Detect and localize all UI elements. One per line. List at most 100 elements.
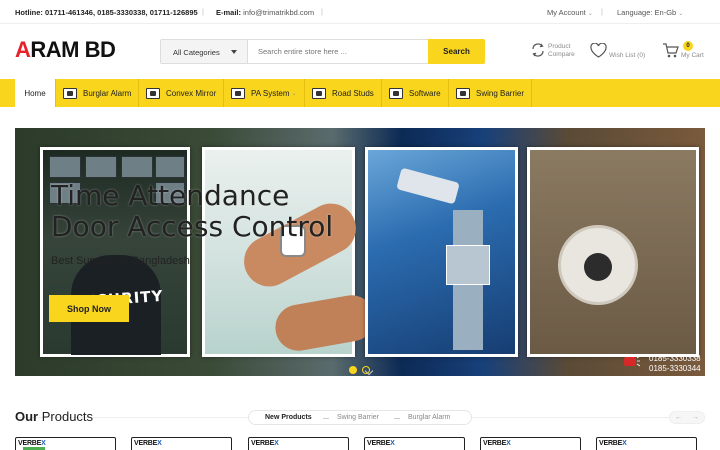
- nav-item-label: Convex Mirror: [166, 88, 217, 98]
- product-card[interactable]: VERBEX: [480, 437, 581, 450]
- tab-burglar-alarm[interactable]: Burglar Alarm: [408, 414, 450, 421]
- hero-image-cctv-pole: [365, 147, 518, 357]
- brand-text-x: X: [274, 440, 279, 447]
- product-card[interactable]: VERBEX: [248, 437, 349, 450]
- divider: |: [601, 7, 603, 16]
- next-arrow-icon[interactable]: →: [692, 414, 699, 421]
- nav-item-label: Home: [24, 88, 46, 98]
- hero-title-line2: Door Access Control: [51, 210, 334, 243]
- nav-item-convex-mirror[interactable]: Convex Mirror: [139, 79, 224, 107]
- tab-separator: [394, 418, 400, 419]
- email-link[interactable]: info@trimatrikbd.com: [243, 8, 314, 17]
- brand-text: VERBE: [18, 440, 42, 447]
- compare-icon: [532, 43, 544, 57]
- brand-text-x: X: [622, 440, 627, 447]
- brand-text-x: X: [506, 440, 511, 447]
- product-brand-logo: VERBEX: [18, 440, 46, 447]
- divider: |: [202, 7, 204, 16]
- chevron-down-icon: ⌄: [587, 11, 593, 17]
- compare-label-line1: Product: [548, 43, 571, 50]
- tab-separator: [323, 418, 329, 419]
- search-button[interactable]: Search: [428, 39, 485, 64]
- hotline-label: Hotline:: [15, 8, 43, 17]
- hero-slider[interactable]: SECURITY Time Attendance Door Access Con…: [15, 128, 705, 376]
- section-title-products: Our Products: [15, 409, 93, 424]
- product-brand-logo: VERBEX: [599, 440, 627, 447]
- brand-text: VERBE: [134, 440, 158, 447]
- my-account-label: My Account: [547, 8, 586, 17]
- product-card[interactable]: VERBEX: [131, 437, 232, 450]
- product-brand-logo: VERBEX: [483, 440, 511, 447]
- search-bar: All Categories Search: [160, 39, 485, 64]
- brand-text-x: X: [157, 440, 162, 447]
- top-bar: Hotline: 01711-461346, 0185-3330338, 017…: [0, 0, 720, 24]
- software-icon: [389, 87, 403, 99]
- logo-text: RAM BD: [30, 37, 116, 62]
- nav-item-software[interactable]: Software: [382, 79, 449, 107]
- brand-text: VERBE: [599, 440, 623, 447]
- compare-label-line2: Compare: [548, 51, 575, 58]
- nav-item-label: Road Studs: [332, 88, 374, 98]
- language-label: Language: En-Gb: [617, 8, 677, 17]
- product-brand-logo: VERBEX: [134, 440, 162, 447]
- caret-down-icon: [231, 50, 237, 54]
- hero-phone-2: 0185-3330344: [649, 364, 701, 373]
- shop-now-button[interactable]: Shop Now: [49, 295, 129, 322]
- swing-barrier-icon: [456, 87, 470, 99]
- language-dropdown[interactable]: Language: En-Gb ⌄: [617, 8, 683, 17]
- nav-item-pa-system[interactable]: PA System ⌄: [224, 79, 305, 107]
- my-account-dropdown[interactable]: My Account ⌄: [547, 8, 593, 17]
- pa-system-icon: [231, 87, 245, 99]
- email: E-mail: info@trimatrikbd.com: [216, 8, 314, 17]
- category-select[interactable]: All Categories: [161, 40, 248, 63]
- main-nav: Home Burglar Alarm Convex Mirror PA Syst…: [0, 79, 720, 107]
- site-logo[interactable]: ARAM BD: [15, 37, 116, 63]
- category-select-label: All Categories: [173, 48, 220, 57]
- brand-text-x: X: [390, 440, 395, 447]
- nav-item-road-studs[interactable]: Road Studs: [305, 79, 382, 107]
- road-studs-icon: [312, 87, 326, 99]
- hero-phone-1: 0185-3330338: [649, 354, 701, 363]
- tab-swing-barrier[interactable]: Swing Barrier: [337, 414, 379, 421]
- nav-item-burglar-alarm[interactable]: Burglar Alarm: [55, 79, 139, 107]
- product-card[interactable]: VERBEX: [15, 437, 116, 450]
- nav-item-swing-barrier[interactable]: Swing Barrier: [449, 79, 532, 107]
- product-carousel-arrows: ← →: [669, 411, 705, 424]
- logo-initial: A: [15, 37, 31, 62]
- nav-item-label: Software: [409, 88, 441, 98]
- email-label: E-mail:: [216, 8, 242, 17]
- hero-subtitle: Best Supplier In Bangladesh: [51, 255, 190, 267]
- chevron-down-icon: ⌄: [678, 11, 684, 17]
- cart-icon: [663, 43, 679, 58]
- nav-item-label: Burglar Alarm: [83, 88, 132, 98]
- heart-icon: [590, 43, 607, 58]
- nav-item-label: PA System: [251, 88, 290, 98]
- product-card[interactable]: VERBEX: [596, 437, 697, 450]
- cart-count-badge: 0: [683, 41, 693, 51]
- prev-arrow-icon[interactable]: ←: [675, 414, 682, 421]
- wishlist-label: Wish List (0): [609, 52, 646, 59]
- divider: |: [321, 7, 323, 16]
- product-tabs: New Products Swing Barrier Burglar Alarm: [248, 410, 472, 425]
- slider-dot-1[interactable]: [349, 366, 357, 374]
- convex-mirror-icon: [146, 87, 160, 99]
- section-title-rest: Products: [38, 409, 94, 424]
- hero-title: Time Attendance Door Access Control: [51, 180, 333, 242]
- hotline-numbers: 01711-461346, 0185-3330338, 01711-126895: [45, 8, 198, 17]
- search-input[interactable]: [248, 40, 428, 63]
- brand-text: VERBE: [251, 440, 275, 447]
- product-card[interactable]: VERBEX: [364, 437, 465, 450]
- hero-title-line1: Time Attendance: [51, 179, 290, 212]
- brand-text: VERBE: [483, 440, 507, 447]
- hero-image-dome-camera: [527, 147, 699, 357]
- hero-phone-numbers: 0185-3330338 0185-3330344: [649, 354, 701, 374]
- nav-item-home[interactable]: Home: [15, 79, 55, 107]
- nav-item-label: Swing Barrier: [476, 88, 525, 98]
- cart-label: My Cart: [681, 52, 704, 59]
- hotline: Hotline: 01711-461346, 0185-3330338, 017…: [15, 8, 198, 17]
- section-title-bold: Our: [15, 409, 39, 424]
- tab-new-products[interactable]: New Products: [265, 414, 312, 421]
- chevron-down-icon: ⌄: [291, 90, 297, 97]
- product-brand-logo: VERBEX: [251, 440, 279, 447]
- product-brand-logo: VERBEX: [367, 440, 395, 447]
